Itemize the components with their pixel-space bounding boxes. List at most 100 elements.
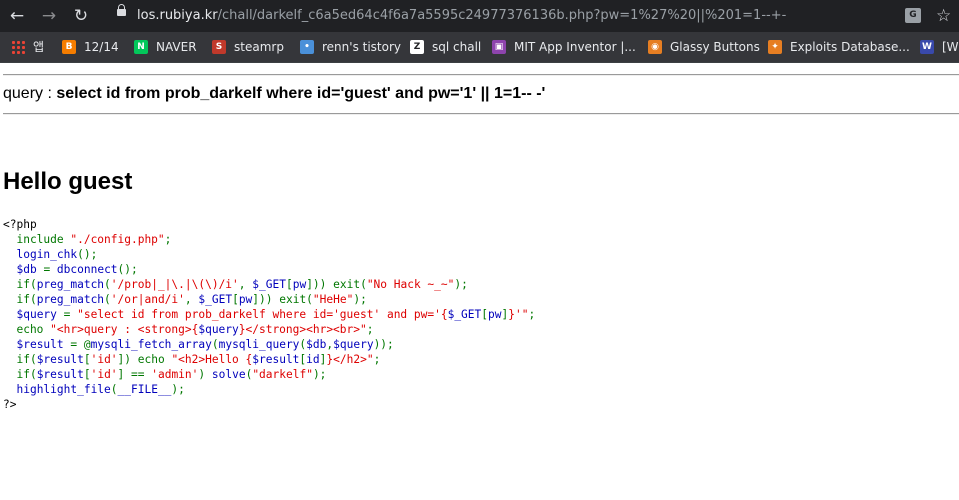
page-content: query : select id from prob_darkelf wher… xyxy=(0,63,959,500)
code-token: ( xyxy=(211,338,219,351)
code-token: ( xyxy=(104,278,111,291)
code-line: if(preg_match('/or|and/i', $_GET[pw])) e… xyxy=(3,292,535,307)
tistory-icon: • xyxy=(300,39,314,54)
query-label: query : xyxy=(3,85,57,102)
code-token: , xyxy=(238,278,253,291)
code-token: pw xyxy=(292,278,307,291)
code-token: mysqli_query xyxy=(218,338,300,351)
code-token: if( xyxy=(3,278,37,291)
code-token: mysqli_fetch_array xyxy=(90,338,212,351)
code-token: <?php xyxy=(3,218,37,231)
hello-heading: Hello guest xyxy=(3,168,133,195)
code-token: }</strong><hr><br>" xyxy=(238,323,367,336)
code-token: $query xyxy=(333,338,374,351)
code-token: "./config.php" xyxy=(70,233,165,246)
bookmark-label: Glassy Buttons xyxy=(670,40,760,54)
code-token: preg_match xyxy=(36,278,105,291)
code-token: "select id from prob_darkelf where id='g… xyxy=(77,308,448,321)
bookmark-item[interactable]: ✦ Exploits Database... xyxy=(768,32,910,62)
code-token: )); xyxy=(373,338,394,351)
code-token: }</h2>" xyxy=(326,353,374,366)
address-bar[interactable]: los.rubiya.kr/chall/darkelf_c6a5ed64c4f6… xyxy=(137,6,786,26)
code-token: (); xyxy=(117,263,138,276)
glassy-icon: ◉ xyxy=(648,39,662,54)
code-token: }'" xyxy=(508,308,529,321)
bookmark-item[interactable]: N NAVER xyxy=(134,32,197,62)
bookmark-item[interactable]: W [W xyxy=(920,32,959,62)
code-token: ( xyxy=(104,293,111,306)
bookmark-label: 12/14 xyxy=(84,40,119,54)
code-token: $query xyxy=(198,323,239,336)
code-token: , xyxy=(184,293,199,306)
code-token: "HeHe" xyxy=(312,293,354,306)
code-token: $db xyxy=(16,263,44,276)
bookmark-item[interactable]: Ssteamrp xyxy=(212,32,284,62)
code-token: $result xyxy=(252,353,300,366)
horizontal-rule-top xyxy=(3,74,959,76)
bookmark-item[interactable]: Zsql chall xyxy=(410,32,481,62)
bookmark-item[interactable]: B 12/14 xyxy=(62,32,119,62)
code-token: "<h2>Hello { xyxy=(171,353,253,366)
code-line: $query = "select id from prob_darkelf wh… xyxy=(3,307,535,322)
code-line: login_chk(); xyxy=(3,247,535,262)
reload-icon[interactable]: ↻ xyxy=(69,4,93,28)
bookmark-label: [W xyxy=(942,40,959,54)
code-token: = @ xyxy=(70,338,91,351)
code-line: $result = @mysqli_fetch_array(mysqli_que… xyxy=(3,337,535,352)
code-token: [ xyxy=(83,353,91,366)
code-token: ])) exit( xyxy=(252,293,313,306)
code-line: <?php xyxy=(3,217,535,232)
code-line: include "./config.php"; xyxy=(3,232,535,247)
code-token: if( xyxy=(3,353,37,366)
bookmark-star-icon[interactable]: ☆ xyxy=(936,4,951,28)
app-inventor-icon: ▣ xyxy=(492,39,506,54)
code-token: $result xyxy=(16,338,71,351)
lock-icon[interactable] xyxy=(117,4,126,16)
code-token: [ xyxy=(83,368,91,381)
browser-toolbar: ← → ↻ los.rubiya.kr/chall/darkelf_c6a5ed… xyxy=(0,0,959,32)
code-token: ; xyxy=(528,308,536,321)
bookmark-label: MIT App Inventor |... xyxy=(514,40,636,54)
code-token: "<hr>query : <strong>{ xyxy=(50,323,199,336)
code-token: ) xyxy=(198,368,212,381)
code-token: solve xyxy=(211,368,246,381)
back-arrow-icon[interactable]: ← xyxy=(5,4,29,28)
bookmark-item[interactable]: 앱 xyxy=(11,32,44,62)
code-token: echo xyxy=(3,323,51,336)
code-token: id xyxy=(306,353,320,366)
code-token: = xyxy=(63,308,78,321)
code-token: preg_match xyxy=(36,293,105,306)
bookmark-item[interactable]: ◉ Glassy Buttons xyxy=(648,32,760,62)
bookmark-label: 앱 xyxy=(33,40,45,54)
code-token: pw xyxy=(238,293,253,306)
w-icon: W xyxy=(920,39,934,54)
code-line: if(preg_match('/prob|_|\.|\(\)/i', $_GET… xyxy=(3,277,535,292)
code-token: $db xyxy=(306,338,327,351)
code-token: login_chk xyxy=(16,248,78,261)
code-line: highlight_file(__FILE__); xyxy=(3,382,535,397)
forward-arrow-icon[interactable]: → xyxy=(37,4,61,28)
code-token: ( xyxy=(110,383,118,396)
bookmark-label: steamrp xyxy=(234,40,284,54)
bookmark-item[interactable]: ▣ MIT App Inventor |... xyxy=(492,32,636,62)
code-token: '/prob|_|\.|\(\)/i' xyxy=(110,278,239,291)
bookmark-item[interactable]: • renn's tistory xyxy=(300,32,401,62)
code-token: ] == xyxy=(117,368,152,381)
translate-icon[interactable]: G xyxy=(905,8,921,23)
exploitdb-icon: ✦ xyxy=(768,39,782,54)
code-token: __FILE__ xyxy=(117,383,172,396)
code-token: ); xyxy=(454,278,468,291)
code-token: include xyxy=(3,233,71,246)
code-token: highlight_file xyxy=(16,383,111,396)
code-token: pw xyxy=(488,308,502,321)
url-path: /chall/darkelf_c6a5ed64c4f6a7a5595c24977… xyxy=(217,8,787,23)
code-token: [ xyxy=(232,293,239,306)
code-token: ; xyxy=(164,233,172,246)
code-token: ]) echo xyxy=(117,353,172,366)
code-token: ); xyxy=(353,293,367,306)
horizontal-rule-bottom xyxy=(3,113,959,115)
code-token: $query xyxy=(16,308,64,321)
